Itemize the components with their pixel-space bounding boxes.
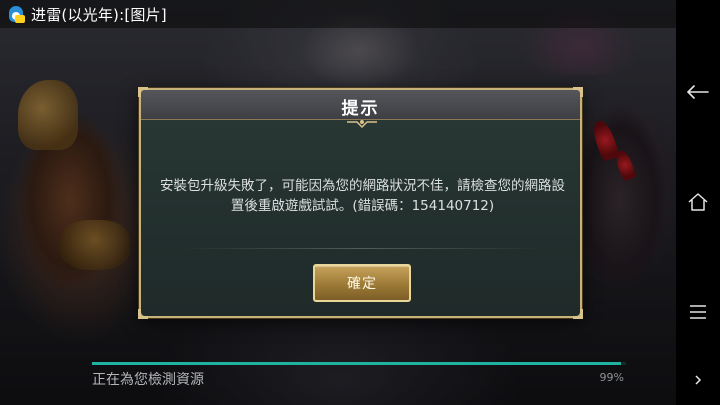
dialog-divider [181, 248, 544, 249]
confirm-button[interactable]: 確定 [313, 264, 411, 302]
loading-progress-bar [92, 362, 626, 365]
menu-icon [690, 305, 706, 319]
back-button[interactable] [676, 70, 720, 114]
dialog-corner-ornament [138, 309, 148, 319]
dialog-corner-ornament [573, 309, 583, 319]
status-bar: 进雷(以光年):[图片] [0, 0, 676, 28]
loading-percent: 99% [599, 371, 624, 384]
dialog-title: 提示 [341, 99, 380, 119]
loading-progress-fill [92, 362, 621, 365]
dialog-message: 安裝包升級失敗了，可能因為您的網路狀況不佳，請檢查您的網路設置後重啟遊戲試試。(… [160, 178, 565, 214]
alert-dialog: 提示 安裝包升級失敗了，可能因為您的網路狀況不佳，請檢查您的網路設置後重啟遊戲試… [138, 87, 583, 319]
chevron-right-icon [695, 375, 702, 385]
dialog-header: 提示 [141, 90, 580, 120]
qq-penguin-icon [7, 5, 25, 23]
loading-status-text: 正在為您檢測資源 [92, 372, 204, 388]
back-icon [687, 85, 709, 99]
notification-text: 进雷(以光年):[图片] [31, 5, 167, 24]
navigation-bar [676, 0, 720, 405]
menu-button[interactable] [676, 290, 720, 334]
expand-button[interactable] [676, 358, 720, 402]
header-ornament-icon [347, 120, 377, 129]
home-button[interactable] [676, 180, 720, 224]
home-icon [688, 193, 708, 211]
